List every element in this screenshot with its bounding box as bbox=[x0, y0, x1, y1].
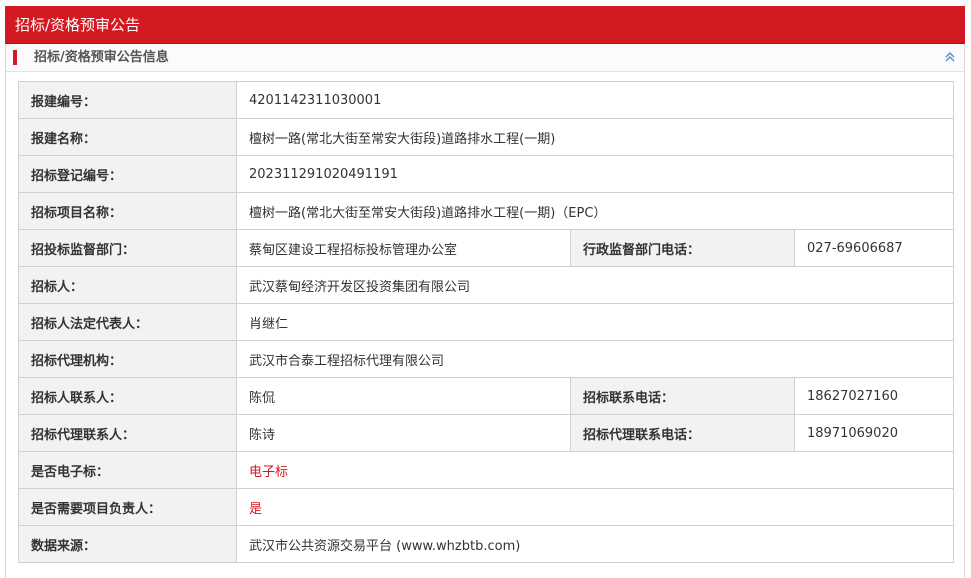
table-row: 招标人： 武汉蔡甸经济开发区投资集团有限公司 bbox=[18, 266, 955, 304]
row-value: 电子标 bbox=[235, 451, 955, 489]
row-value-secondary: 027-69606687 bbox=[793, 229, 955, 267]
row-label-secondary: 招标代理联系电话： bbox=[570, 414, 795, 452]
announcement-page: 招标/资格预审公告 招标/资格预审公告信息 报建编号： 420114231103… bbox=[0, 0, 971, 578]
section-header: 招标/资格预审公告信息 bbox=[6, 44, 964, 72]
row-value: 武汉蔡甸经济开发区投资集团有限公司 bbox=[235, 266, 955, 304]
table-row: 招标登记编号： 202311291020491191 bbox=[18, 155, 955, 193]
row-value: 肖继仁 bbox=[235, 303, 955, 341]
table-row: 招标人法定代表人： 肖继仁 bbox=[18, 303, 955, 341]
row-label: 数据来源： bbox=[18, 525, 237, 563]
row-value: 202311291020491191 bbox=[235, 155, 955, 193]
row-label: 招标代理机构： bbox=[18, 340, 237, 378]
row-label: 招标项目名称： bbox=[18, 192, 237, 230]
row-value-secondary: 18627027160 bbox=[793, 377, 955, 415]
row-label: 招标代理联系人： bbox=[18, 414, 237, 452]
table-row: 招投标监督部门： 蔡甸区建设工程招标投标管理办公室 行政监督部门电话： 027-… bbox=[18, 229, 955, 267]
row-label: 招标人联系人： bbox=[18, 377, 237, 415]
row-value: 檀树一路(常北大街至常安大街段)道路排水工程(一期)（EPC） bbox=[235, 192, 955, 230]
row-value-secondary: 18971069020 bbox=[793, 414, 955, 452]
row-label: 招投标监督部门： bbox=[18, 229, 237, 267]
row-label: 招标人： bbox=[18, 266, 237, 304]
table-row: 是否需要项目负责人： 是 bbox=[18, 488, 955, 526]
table-row: 报建编号： 4201142311030001 bbox=[18, 81, 955, 119]
row-value: 檀树一路(常北大街至常安大街段)道路排水工程(一期) bbox=[235, 118, 955, 156]
row-label-secondary: 行政监督部门电话： bbox=[570, 229, 795, 267]
table-row: 招标项目名称： 檀树一路(常北大街至常安大街段)道路排水工程(一期)（EPC） bbox=[18, 192, 955, 230]
row-label: 是否电子标： bbox=[18, 451, 237, 489]
section-title: 招标/资格预审公告信息 bbox=[34, 50, 169, 65]
row-value: 陈侃 bbox=[236, 377, 571, 415]
row-value: 武汉市合泰工程招标代理有限公司 bbox=[235, 340, 955, 378]
row-value: 陈诗 bbox=[236, 414, 571, 452]
table-row: 是否电子标： 电子标 bbox=[18, 451, 955, 489]
table-row: 数据来源： 武汉市公共资源交易平台 (www.whzbtb.com) bbox=[18, 525, 955, 563]
section-marker bbox=[13, 50, 17, 65]
row-value: 蔡甸区建设工程招标投标管理办公室 bbox=[236, 229, 571, 267]
row-label: 报建名称： bbox=[18, 118, 237, 156]
row-label-secondary: 招标联系电话： bbox=[570, 377, 795, 415]
row-value: 4201142311030001 bbox=[235, 81, 955, 119]
row-label: 招标人法定代表人： bbox=[18, 303, 237, 341]
table-row: 报建名称： 檀树一路(常北大街至常安大街段)道路排水工程(一期) bbox=[18, 118, 955, 156]
data-source-value: 武汉市公共资源交易平台 (www.whzbtb.com) bbox=[235, 525, 955, 563]
page-title: 招标/资格预审公告 bbox=[5, 6, 965, 44]
table-row: 招标人联系人： 陈侃 招标联系电话： 18627027160 bbox=[18, 377, 955, 415]
table-row: 招标代理联系人： 陈诗 招标代理联系电话： 18971069020 bbox=[18, 414, 955, 452]
row-value: 是 bbox=[235, 488, 955, 526]
row-label: 招标登记编号： bbox=[18, 155, 237, 193]
row-label: 报建编号： bbox=[18, 81, 237, 119]
info-table: 报建编号： 4201142311030001 报建名称： 檀树一路(常北大街至常… bbox=[18, 81, 955, 563]
table-row: 招标代理机构： 武汉市合泰工程招标代理有限公司 bbox=[18, 340, 955, 378]
row-label: 是否需要项目负责人： bbox=[18, 488, 237, 526]
info-panel: 招标/资格预审公告信息 报建编号： 4201142311030001 报建名称： bbox=[5, 44, 965, 578]
double-chevron-up-icon[interactable] bbox=[944, 50, 956, 64]
